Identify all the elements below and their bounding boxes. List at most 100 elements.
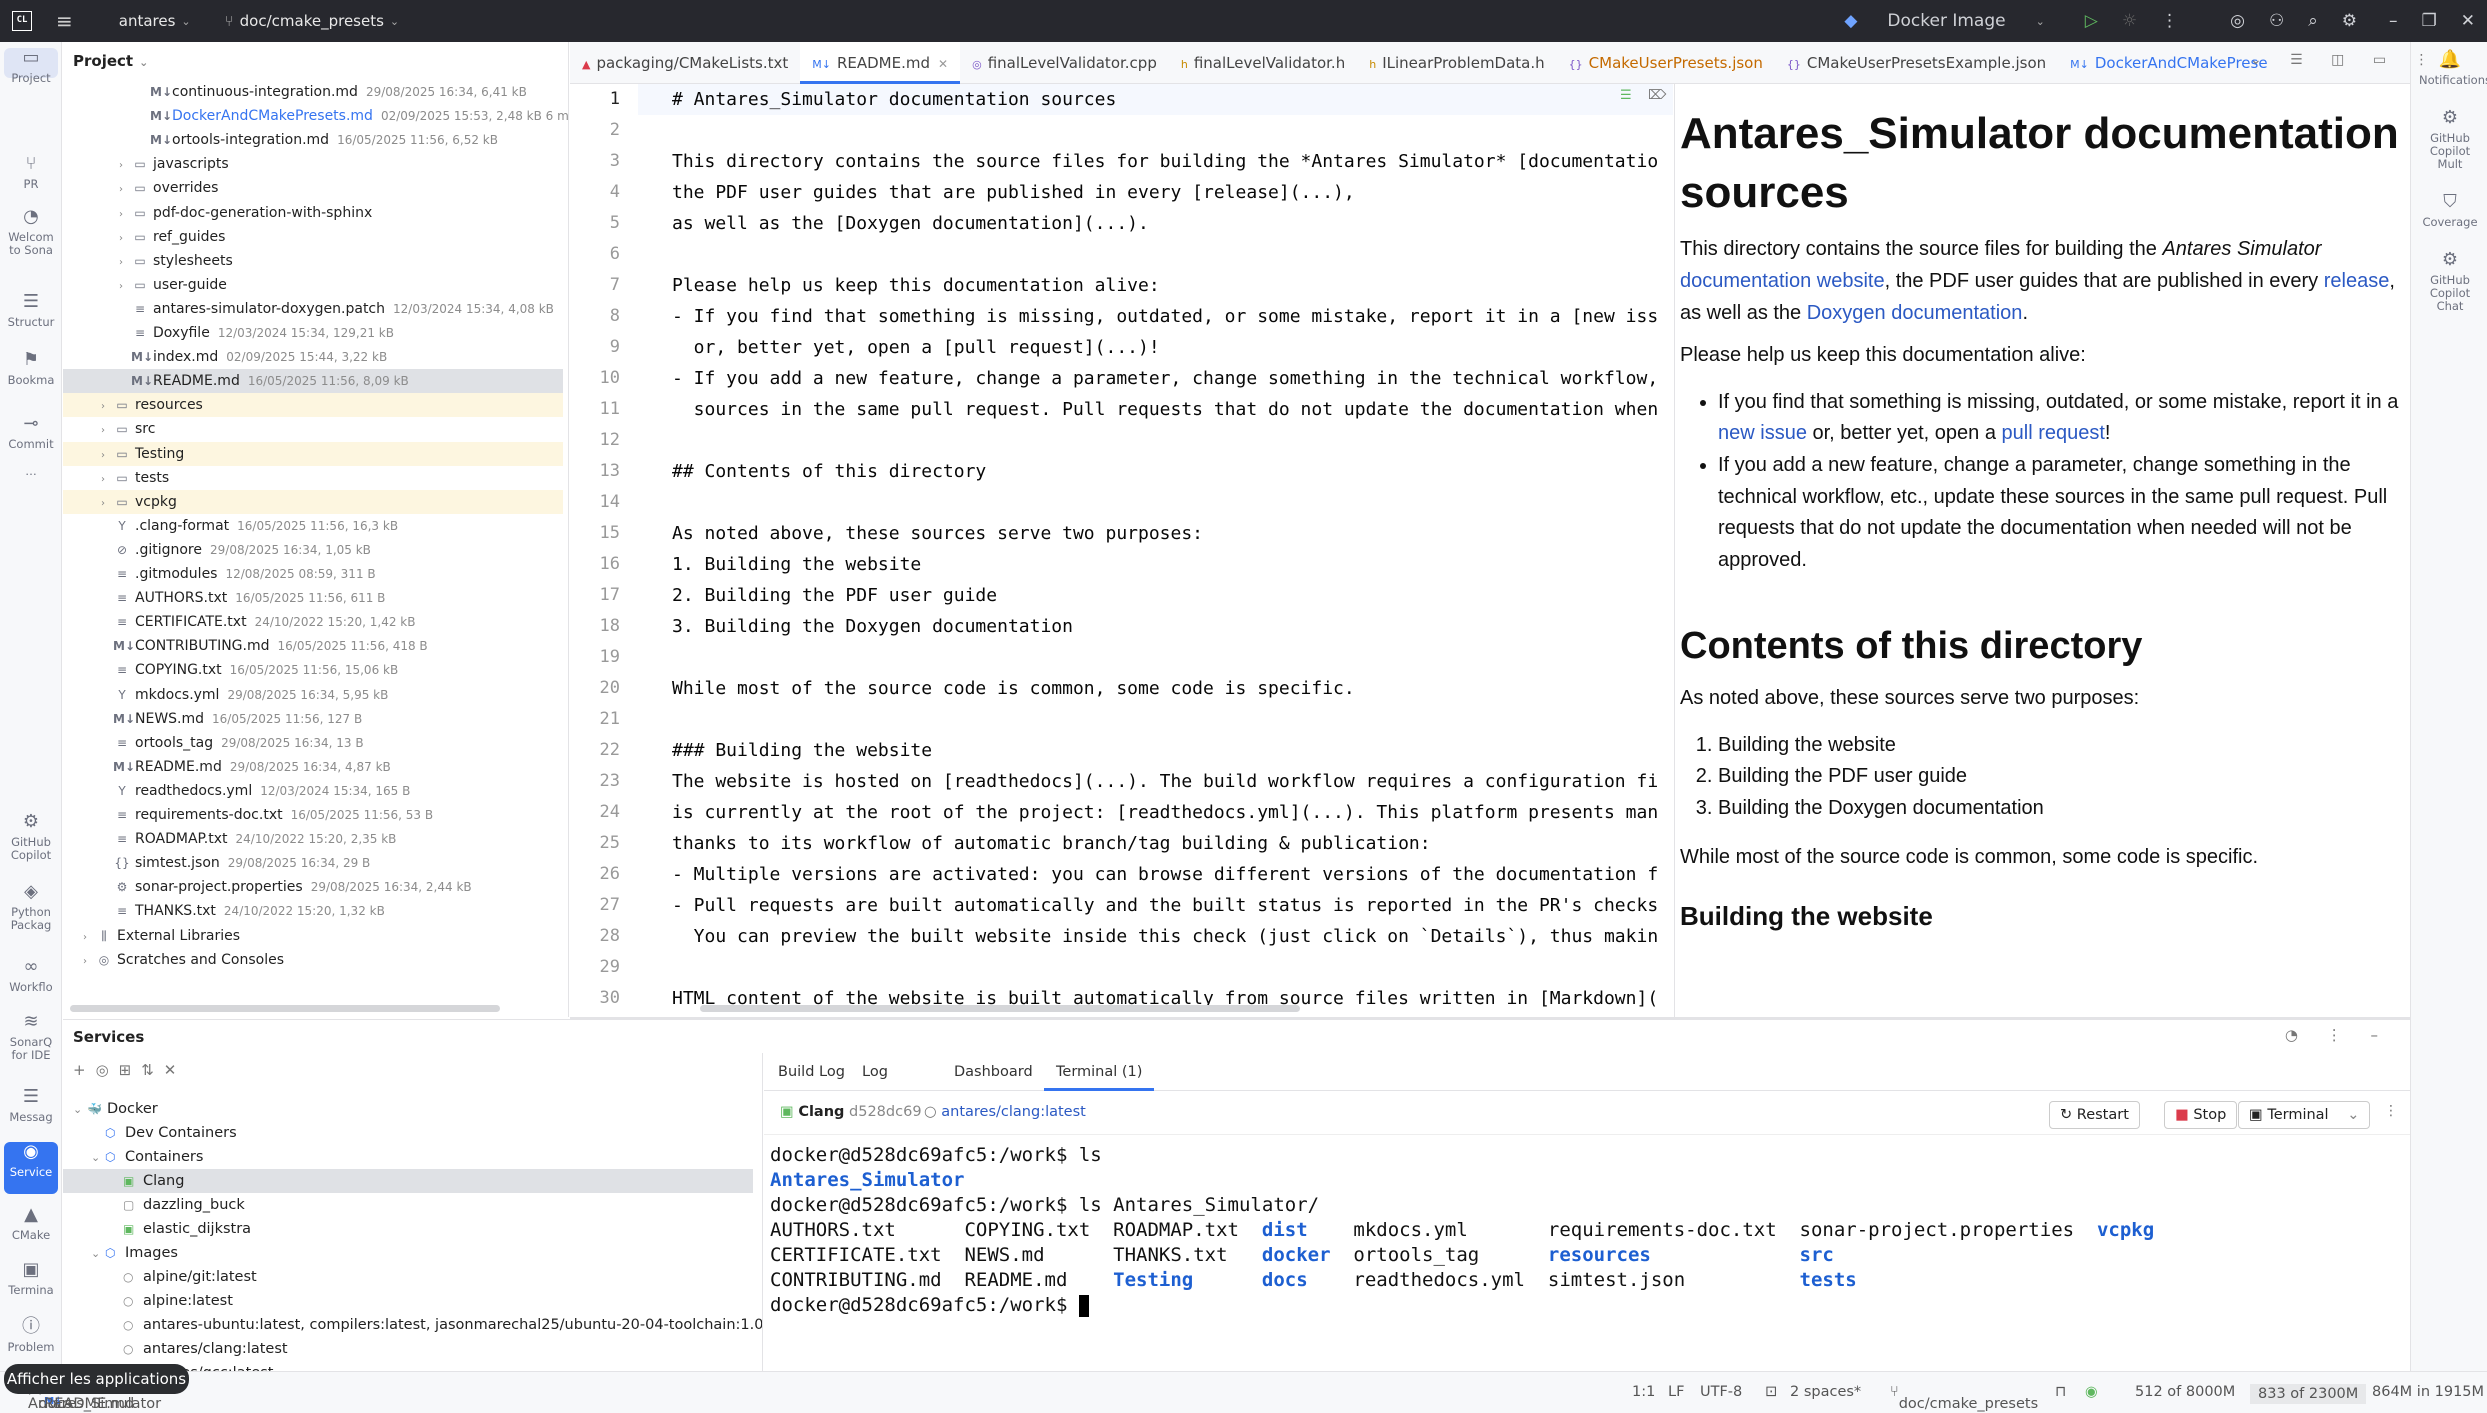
tree-item[interactable]: Y .clang-format 16/05/2025 11:56, 16,3 kB (63, 514, 563, 538)
tool-services-button[interactable]: ◉ Service (4, 1141, 58, 1194)
code-line[interactable]: - If you add a new feature, change a par… (672, 363, 1658, 394)
indent-setting[interactable]: 2 spaces* (1790, 1384, 1861, 1400)
tool-bookmarks-button[interactable]: ⚑ Bookma (4, 349, 58, 390)
chevron-right-icon[interactable]: › (119, 203, 131, 227)
tree-item[interactable]: ≡ COPYING.txt 16/05/2025 11:56, 15,06 kB (63, 658, 563, 682)
editor-tab[interactable]: {} CMakeUserPresets.json (1557, 42, 1775, 84)
code-line[interactable]: the PDF user guides that are published i… (672, 177, 1355, 208)
code-line[interactable]: 1. Building the website (672, 549, 921, 580)
code-line[interactable]: # Antares_Simulator documentation source… (638, 84, 1673, 115)
code-line[interactable]: - If you find that something is missing,… (672, 301, 1658, 332)
preview-toggle-icon[interactable]: ⌦ (1648, 88, 1666, 103)
code-line[interactable]: As noted above, these sources serve two … (672, 518, 1203, 549)
code-line[interactable]: as well as the [Doxygen documentation](.… (672, 208, 1149, 239)
tree-item[interactable]: ≡ requirements-doc.txt 16/05/2025 11:56, 5… (63, 803, 563, 827)
editor-tab[interactable]: M↓ DockerAndCMakePrese (2058, 42, 2279, 84)
tool-more-button[interactable]: … (4, 462, 58, 478)
chevron-right-icon[interactable]: › (101, 444, 113, 468)
service-item[interactable]: ○ alpine/git:latest (63, 1265, 753, 1289)
service-item[interactable]: ⌄ 🐳 Docker (63, 1097, 753, 1121)
tree-item[interactable]: › ▭ user-guide (63, 273, 563, 297)
tool-commit-button[interactable]: ⊸ Commit (4, 413, 58, 452)
tool-python-packages-button[interactable]: ◈ Python Packag (4, 881, 58, 932)
services-header-icons[interactable]: ◔ ⋮ – (2285, 1026, 2390, 1044)
tab-build-log[interactable]: Build Log (778, 1053, 845, 1091)
tree-item[interactable]: M↓ortools-integration.md 16/05/2025 11:56… (63, 128, 563, 152)
terminal-button[interactable]: ▣ Terminal ⌄ (2238, 1101, 2371, 1129)
tab-dashboard[interactable]: Dashboard (954, 1053, 1033, 1091)
code-line[interactable]: - Pull requests are built automatically … (672, 890, 1658, 921)
run-config-selector[interactable]: ◆ Docker Image ⌄ (1832, 11, 2056, 31)
tree-item[interactable]: ≡ .gitmodules 12/08/2025 08:59, 311 B (63, 562, 563, 586)
tool-copilot-multi-button[interactable]: ⚙ GitHub Copilot Mult (2419, 107, 2481, 171)
main-menu-icon[interactable]: ≡ (56, 9, 73, 33)
run-icon[interactable]: ▷ (2085, 11, 2098, 31)
tree-item[interactable]: Yreadthedocs.yml 12/03/2024 15:34, 165 B (63, 779, 563, 803)
code-line[interactable]: This directory contains the source files… (672, 146, 1658, 177)
stop-button[interactable]: ■ Stop (2164, 1101, 2238, 1129)
tool-cmake-button[interactable]: ▲ CMake (4, 1204, 58, 1245)
tool-messages-button[interactable]: ☰ Messag (4, 1086, 58, 1123)
more-icon[interactable]: ⋮ (2384, 1103, 2398, 1119)
tool-copilot-chat-button[interactable]: ⚙ GitHub Copilot Chat (2419, 249, 2481, 313)
tree-item[interactable]: › ▭ overrides (63, 176, 563, 200)
service-item[interactable]: ⬡ Dev Containers (63, 1121, 753, 1145)
tab-terminal-1-[interactable]: Terminal (1) (1044, 1053, 1155, 1091)
tree-item[interactable]: {} simtest.json 29/08/2025 16:34, 29 B (63, 851, 563, 875)
tree-item[interactable]: M↓README.md 29/08/2025 16:34, 4,87 kB (63, 755, 563, 779)
minimize-icon[interactable]: – (2389, 11, 2398, 31)
code-line[interactable]: Please help us keep this documentation a… (672, 270, 1160, 301)
service-item[interactable]: ○ antares-ubuntu:latest, compilers:latest… (63, 1313, 762, 1337)
tree-item[interactable]: ⊘ .gitignore 29/08/2025 16:34, 1,05 kB (63, 538, 563, 562)
copilot-icon[interactable]: ◎ (2230, 11, 2245, 31)
project-scrollbar[interactable] (70, 1005, 500, 1012)
code-line[interactable]: ## Contents of this directory (672, 456, 986, 487)
add-user-icon[interactable]: ⚇ (2269, 11, 2284, 31)
chevron-right-icon[interactable]: › (83, 926, 95, 950)
code-line[interactable]: sources in the same pull request. Pull r… (672, 394, 1659, 425)
tree-item[interactable]: M↓CONTRIBUTING.md 16/05/2025 11:56, 418 B (63, 634, 563, 658)
tool-welcome-button[interactable]: ◔ Welcom to Sona (4, 206, 58, 256)
search-icon[interactable]: ⌕ (2308, 11, 2318, 31)
editor-tab[interactable]: M↓ README.md ✕ (800, 41, 961, 84)
chevron-down-icon[interactable]: ⌄ (91, 1146, 105, 1170)
terminal-output[interactable]: docker@d528dc69afc5:/work$ ls Antares_Sim… (764, 1135, 2410, 1371)
tool-problems-button[interactable]: ⓘ Problem (4, 1316, 58, 1357)
service-item[interactable]: ○ antares/clang:latest (63, 1337, 753, 1361)
tree-item[interactable]: › ▭ vcpkg (63, 489, 563, 516)
inspection-icon[interactable]: ◉ (2085, 1384, 2098, 1400)
code-line[interactable]: 2. Building the PDF user guide (672, 580, 997, 611)
editor-tab[interactable]: ▲ packaging/CMakeLists.txt (570, 42, 800, 84)
close-tab-icon[interactable]: ✕ (938, 57, 948, 71)
tree-item[interactable]: ≡ AUTHORS.txt 16/05/2025 11:56, 611 B (63, 586, 563, 610)
tree-item[interactable]: › ◎ Scratches and Consoles (63, 948, 563, 972)
code-line[interactable]: While most of the source code is common,… (672, 673, 1355, 704)
editor-tab[interactable]: {} CMakeUserPresetsExample.json (1775, 42, 2058, 84)
project-panel-header[interactable]: Project ⌄ (63, 42, 568, 80)
chevron-right-icon[interactable]: › (83, 950, 95, 974)
service-item[interactable]: ▢ dazzling_buck (63, 1193, 753, 1217)
chevron-right-icon[interactable]: › (119, 251, 131, 275)
tool-terminal-button[interactable]: ▣ Termina (4, 1259, 58, 1300)
chevron-right-icon[interactable]: › (101, 492, 113, 516)
chevron-right-icon[interactable]: › (119, 154, 131, 178)
tree-item[interactable]: › ▭ stylesheets (63, 249, 563, 273)
release-link[interactable]: release (2324, 270, 2390, 292)
close-icon[interactable]: ✕ (2461, 11, 2475, 31)
tree-item[interactable]: › ▭ Testing (63, 441, 563, 468)
code-line[interactable]: thanks to its workflow of automatic bran… (672, 828, 1431, 859)
services-toolbar[interactable]: +◎⊞⇅✕ (73, 1061, 186, 1079)
tree-item[interactable]: › ▭ ref_guides (63, 225, 563, 249)
tree-item[interactable]: M↓index.md 02/09/2025 15:44, 3,22 kB (63, 345, 563, 369)
encoding[interactable]: UTF-8 (1700, 1384, 1742, 1400)
tool-pr-button[interactable]: ⑂ PR (4, 153, 58, 190)
tree-item[interactable]: ≡ ROADMAP.txt 24/10/2022 15:20, 2,35 kB (63, 827, 563, 851)
tree-item[interactable]: ⚙ sonar-project.properties 29/08/2025 16:3… (63, 875, 563, 899)
chevron-right-icon[interactable]: › (101, 395, 113, 419)
code-line[interactable]: The website is hosted on [readthedocs](.… (672, 766, 1658, 797)
debug-icon[interactable]: ☼ (2122, 11, 2137, 31)
editor-scrollbar[interactable] (700, 1005, 1300, 1012)
memory-indicator-1[interactable]: 512 of 8000M (2135, 1384, 2235, 1400)
branch-status[interactable]: ⑂ doc/cmake_presets (1890, 1384, 2038, 1412)
tree-item[interactable]: › ▭ resources (63, 393, 563, 419)
